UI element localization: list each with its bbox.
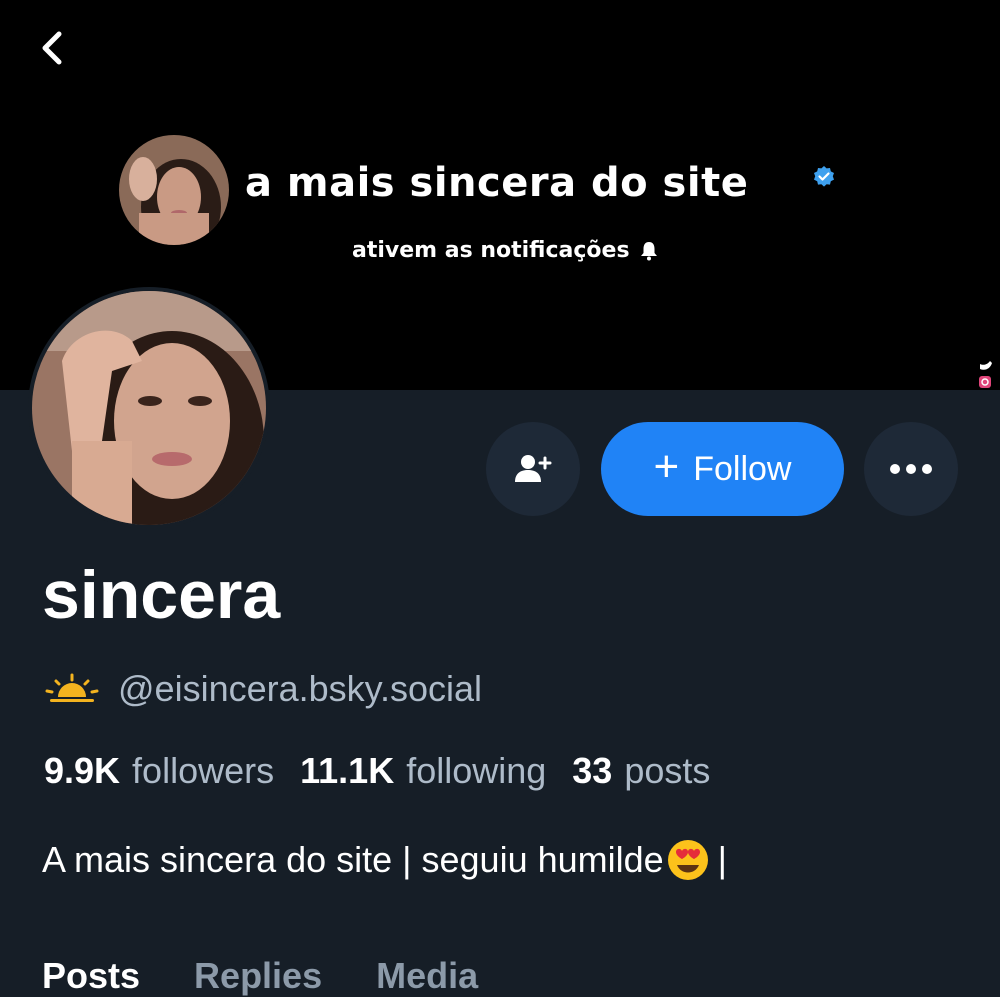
- follow-button[interactable]: + Follow: [601, 422, 844, 516]
- follow-button-label: Follow: [693, 449, 792, 488]
- profile-avatar-frame[interactable]: [28, 287, 270, 529]
- profile-tabs: Posts Replies Media: [42, 955, 478, 997]
- tab-posts[interactable]: Posts: [42, 955, 140, 997]
- following-label[interactable]: following: [406, 750, 546, 792]
- followers-label[interactable]: followers: [132, 750, 274, 792]
- ellipsis-icon: [890, 464, 932, 474]
- profile-bio: A mais sincera do site | seguiu humilde …: [42, 838, 727, 882]
- display-name: sincera: [42, 557, 281, 633]
- user-plus-icon: [515, 455, 552, 482]
- followers-count[interactable]: 9.9K: [44, 750, 120, 792]
- posts-label: posts: [624, 750, 711, 791]
- more-options-button[interactable]: [864, 422, 958, 516]
- profile-handle[interactable]: @eisincera.bsky.social: [118, 668, 482, 710]
- chevron-left-icon: [42, 31, 62, 65]
- tab-replies[interactable]: Replies: [194, 955, 322, 997]
- heart-eyes-emoji-icon: [667, 840, 708, 880]
- tab-media[interactable]: Media: [376, 955, 478, 997]
- back-button[interactable]: [30, 26, 74, 70]
- bio-suffix: |: [717, 839, 728, 880]
- profile-stats: 9.9K followers 11.1K following 33 posts: [44, 750, 736, 792]
- plus-icon: +: [653, 442, 680, 491]
- social-icons: [979, 361, 992, 388]
- handle-row: @eisincera.bsky.social: [44, 668, 482, 710]
- banner-subtitle: ativem as notificações: [352, 238, 658, 263]
- bio-text: A mais sincera do site | seguiu humilde: [42, 839, 664, 880]
- verified-badge-icon: [814, 166, 834, 187]
- bell-icon: [640, 241, 657, 260]
- following-count[interactable]: 11.1K: [300, 750, 394, 792]
- banner-avatar-image: [119, 135, 229, 245]
- banner-title: a mais sincera do site: [245, 160, 749, 206]
- profile-avatar[interactable]: [32, 291, 266, 525]
- posts-count: 33: [572, 750, 613, 791]
- sunrise-icon: [45, 673, 99, 702]
- add-user-button[interactable]: [486, 422, 580, 516]
- banner-subtitle-text: ativem as notificações: [352, 238, 630, 263]
